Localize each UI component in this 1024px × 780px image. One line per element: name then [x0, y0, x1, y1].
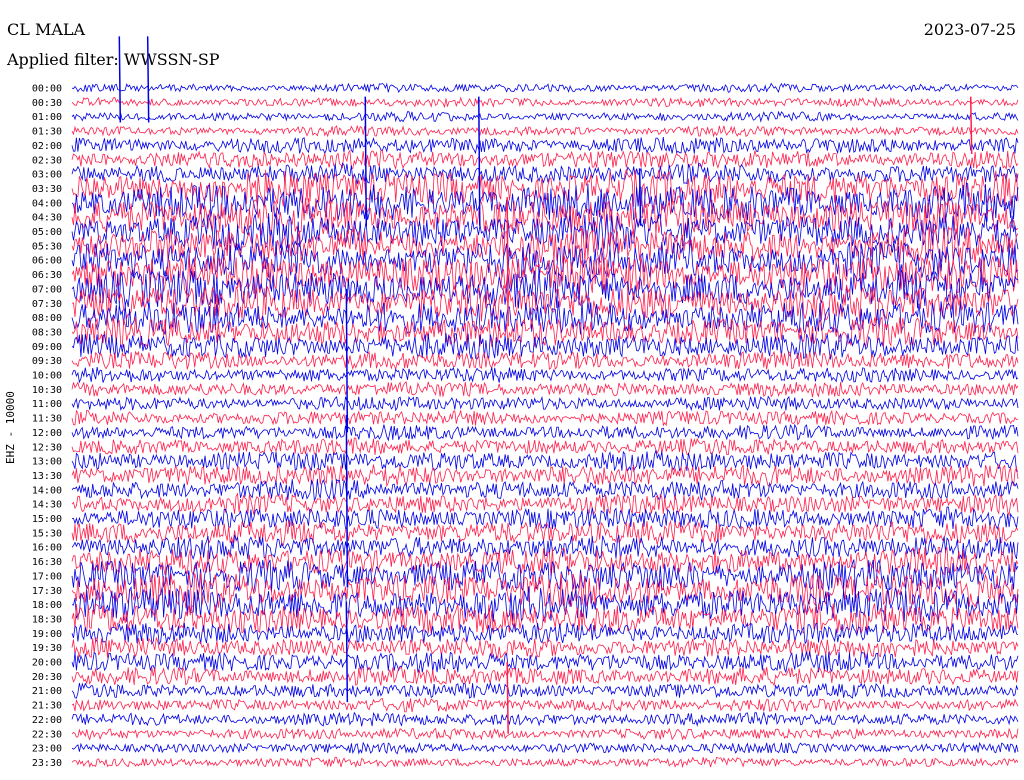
time-tick-label: 14:30: [32, 500, 62, 511]
trace-row: [71, 711, 1019, 727]
time-tick-label: 17:30: [32, 586, 62, 597]
time-tick-label: 09:30: [32, 356, 62, 367]
time-tick-label: 11:00: [32, 399, 62, 410]
time-tick-label: 10:30: [32, 385, 62, 396]
time-tick-label: 13:00: [32, 457, 62, 468]
trace-row: [71, 423, 1019, 442]
event-spike: [118, 36, 122, 123]
time-tick-label: 14:00: [32, 485, 62, 496]
time-tick-label: 22:00: [32, 715, 62, 726]
trace-row: [71, 559, 1019, 594]
trace-row: [71, 395, 1019, 412]
time-tick-label: 12:00: [32, 428, 62, 439]
trace-row: [71, 492, 1019, 517]
time-tick-label: 07:30: [32, 299, 62, 310]
event-spike: [345, 415, 349, 588]
trace-row: [71, 96, 1019, 109]
time-tick-label: 18:30: [32, 614, 62, 625]
time-tick-label: 03:30: [32, 184, 62, 195]
event-spike: [364, 96, 368, 226]
time-tick-label: 02:30: [32, 155, 62, 166]
trace-row: [71, 149, 1019, 171]
trace-row: [71, 284, 1019, 322]
time-tick-label: 05:00: [32, 227, 62, 238]
time-tick-label: 04:30: [32, 213, 62, 224]
event-spike: [969, 96, 973, 155]
trace-row: [71, 756, 1019, 769]
time-tick-label: 21:30: [32, 701, 62, 712]
time-tick-label: 06:30: [32, 270, 62, 281]
event-spike: [478, 96, 481, 226]
trace-row: [71, 478, 1019, 501]
time-tick-label: 01:00: [32, 112, 62, 123]
time-tick-label: 20:00: [32, 658, 62, 669]
event-spike: [506, 661, 509, 734]
trace-row: [71, 82, 1019, 94]
trace-row: [71, 162, 1019, 185]
event-spike: [506, 197, 509, 327]
trace-row: [71, 621, 1019, 646]
time-tick-label: 06:00: [32, 256, 62, 267]
time-tick-label: 05:30: [32, 241, 62, 252]
event-spike: [638, 168, 642, 226]
time-tick-label: 16:00: [32, 543, 62, 554]
time-tick-label: 00:00: [32, 84, 62, 95]
time-tick-label: 19:00: [32, 629, 62, 640]
time-tick-label: 10:00: [32, 371, 62, 382]
time-tick-label: 07:00: [32, 284, 62, 295]
time-tick-label: 04:00: [32, 198, 62, 209]
time-tick-label: 13:30: [32, 471, 62, 482]
trace-row: [71, 110, 1019, 123]
trace-row: [71, 697, 1019, 713]
trace-row: [71, 350, 1019, 371]
time-tick-label: 18:00: [32, 600, 62, 611]
trace-row: [71, 681, 1019, 699]
event-spike: [146, 36, 150, 123]
trace-row: [71, 332, 1019, 360]
time-tick-label: 00:30: [32, 98, 62, 109]
time-tick-label: 23:30: [32, 758, 62, 769]
trace-row: [71, 603, 1019, 634]
time-tick-label: 08:00: [32, 313, 62, 324]
time-tick-label: 03:00: [32, 170, 62, 181]
time-tick-label: 17:00: [32, 571, 62, 582]
time-tick-label: 21:00: [32, 686, 62, 697]
event-spike: [345, 601, 349, 703]
time-tick-label: 12:30: [32, 442, 62, 453]
time-tick-label: 23:00: [32, 744, 62, 755]
trace-row: [71, 464, 1019, 488]
time-tick-label: 01:30: [32, 127, 62, 138]
helicorder-plot: 00:00 00:30 01:00 01:30 02:00 02:30 03:00 03:30…: [32, 36, 1019, 769]
trace-row: [71, 449, 1019, 473]
trace-row: [71, 125, 1019, 138]
time-tick-label: 08:30: [32, 327, 62, 338]
time-tick-label: 02:00: [32, 141, 62, 152]
time-tick-label: 09:00: [32, 342, 62, 353]
time-tick-label: 11:30: [32, 414, 62, 425]
trace-row: [71, 727, 1019, 741]
trace-row: [71, 380, 1019, 398]
event-spike: [345, 288, 349, 433]
time-tick-label: 15:30: [32, 528, 62, 539]
time-tick-label: 19:30: [32, 643, 62, 654]
trace-row: [71, 409, 1019, 427]
trace-row: [71, 534, 1019, 561]
time-tick-label: 15:00: [32, 514, 62, 525]
trace-row: [71, 437, 1019, 456]
time-tick-label: 22:30: [32, 729, 62, 740]
time-tick-label: 16:30: [32, 557, 62, 568]
time-tick-label: 20:30: [32, 672, 62, 683]
trace-row: [71, 636, 1019, 659]
trace-row: [71, 741, 1019, 755]
trace-row: [71, 136, 1019, 155]
trace-row: [71, 366, 1019, 384]
